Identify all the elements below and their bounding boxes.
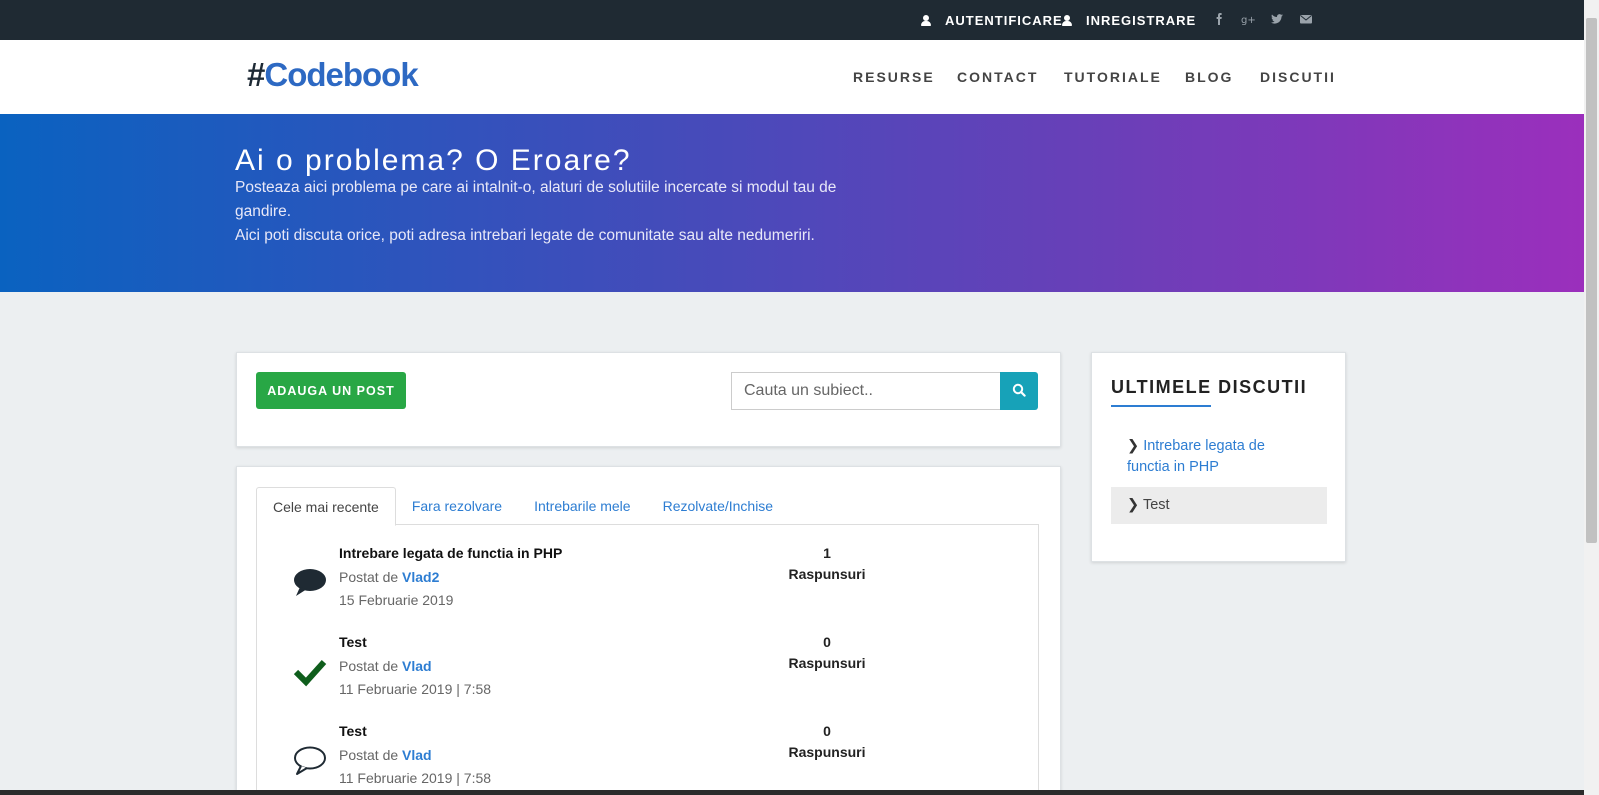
comment-solid-icon: [294, 569, 326, 596]
thread-author[interactable]: Vlad2: [402, 569, 439, 585]
tab-rezolvate-inchise[interactable]: Rezolvate/Inchise: [647, 487, 790, 525]
thread-posted-by: Postat de Vlad: [339, 747, 432, 763]
posted-by-label: Postat de: [339, 658, 399, 674]
thread-posted-by: Postat de Vlad: [339, 658, 432, 674]
hero-description: Posteaza aici problema pe care ai intaln…: [235, 176, 855, 248]
sidebar-title-underline: [1111, 405, 1211, 407]
comment-outline-icon: [294, 746, 326, 775]
login-label: AUTENTIFICARE: [945, 12, 1063, 28]
nav-resurse[interactable]: RESURSE: [853, 40, 935, 114]
reply-count: 0: [823, 634, 831, 650]
add-post-button[interactable]: ADAUGA UN POST: [256, 372, 406, 409]
latest-discussions-card: ULTIMELE DISCUTII ❯ Intrebare legata de …: [1091, 352, 1346, 562]
sidebar-item-label: Intrebare legata de functia in PHP: [1127, 438, 1265, 475]
logo-name: Codebook: [264, 56, 418, 93]
register-label: INREGISTRARE: [1086, 12, 1197, 28]
login-link[interactable]: AUTENTIFICARE: [921, 0, 1063, 40]
tab-fara-rezolvare[interactable]: Fara rezolvare: [396, 487, 518, 525]
chevron-right-icon: ❯: [1127, 497, 1140, 513]
hero-banner: Ai o problema? O Eroare? Posteaza aici p…: [0, 114, 1584, 292]
thread-author[interactable]: Vlad: [402, 747, 432, 763]
tab-intrebarile-mele[interactable]: Intrebarile mele: [518, 487, 647, 525]
taskbar-strip: [0, 790, 1584, 795]
nav-contact[interactable]: CONTACT: [957, 40, 1038, 114]
hero-line-2: Aici poti discuta orice, poti adresa int…: [235, 227, 815, 244]
logo-hash: #: [247, 56, 265, 93]
reply-label: Raspunsuri: [788, 566, 866, 582]
reply-label: Raspunsuri: [788, 744, 866, 760]
check-icon: [293, 659, 327, 687]
nav-blog[interactable]: BLOG: [1185, 40, 1233, 114]
threads-card: Cele mai recente Fara rezolvare Intrebar…: [236, 466, 1061, 795]
user-icon: [921, 14, 931, 26]
sidebar-item-label: Test: [1142, 497, 1170, 513]
search-icon: [1012, 383, 1026, 397]
search-input[interactable]: [731, 372, 1001, 410]
thread-list: Intrebare legata de functia in PHP Posta…: [256, 524, 1039, 795]
thread-title[interactable]: Test: [339, 634, 367, 650]
envelope-icon[interactable]: [1299, 12, 1313, 26]
reply-count: 1: [823, 545, 831, 561]
facebook-icon[interactable]: [1212, 12, 1226, 26]
thread-date: 15 Februarie 2019: [339, 592, 454, 608]
thread-title[interactable]: Intrebare legata de functia in PHP: [339, 545, 562, 561]
posted-by-label: Postat de: [339, 569, 399, 585]
thread-tabs: Cele mai recente Fara rezolvare Intrebar…: [256, 487, 1039, 526]
thread-date: 11 Februarie 2019 | 7:58: [339, 770, 492, 786]
actions-card: ADAUGA UN POST: [236, 352, 1061, 447]
chevron-right-icon: ❯: [1127, 438, 1140, 454]
posted-by-label: Postat de: [339, 747, 399, 763]
scrollbar-thumb[interactable]: [1586, 18, 1597, 543]
nav-tutoriale[interactable]: TUTORIALE: [1064, 40, 1162, 114]
reply-count: 0: [823, 723, 831, 739]
sidebar-item[interactable]: ❯ Intrebare legata de functia in PHP: [1111, 436, 1327, 478]
hero-line-1: Posteaza aici problema pe care ai intaln…: [235, 179, 837, 220]
sidebar-title: ULTIMELE DISCUTII: [1111, 377, 1308, 397]
google-plus-icon[interactable]: g+: [1241, 12, 1256, 26]
sidebar-item[interactable]: ❯ Test: [1111, 487, 1327, 524]
thread-row: Intrebare legata de functia in PHP Posta…: [257, 545, 1040, 625]
thread-row: Test Postat de Vlad 11 Februarie 2019 | …: [257, 723, 1040, 795]
search-button[interactable]: [1000, 372, 1038, 410]
site-logo[interactable]: #Codebook: [247, 56, 419, 94]
user-icon: [1062, 14, 1072, 26]
hero-title: Ai o problema? O Eroare?: [235, 144, 632, 177]
svg-text:g+: g+: [1241, 15, 1255, 26]
tab-cele-mai-recente[interactable]: Cele mai recente: [256, 487, 396, 526]
nav-discutii[interactable]: DISCUTII: [1260, 40, 1336, 114]
register-link[interactable]: INREGISTRARE: [1062, 0, 1196, 40]
site-header: #Codebook RESURSE CONTACT TUTORIALE BLOG…: [0, 40, 1584, 114]
reply-label: Raspunsuri: [788, 655, 866, 671]
twitter-icon[interactable]: [1270, 12, 1284, 26]
thread-posted-by: Postat de Vlad2: [339, 569, 439, 585]
thread-row: Test Postat de Vlad 11 Februarie 2019 | …: [257, 634, 1040, 714]
thread-date: 11 Februarie 2019 | 7:58: [339, 681, 492, 697]
top-bar: AUTENTIFICARE INREGISTRARE g+: [0, 0, 1584, 40]
thread-title[interactable]: Test: [339, 723, 367, 739]
thread-author[interactable]: Vlad: [402, 658, 432, 674]
